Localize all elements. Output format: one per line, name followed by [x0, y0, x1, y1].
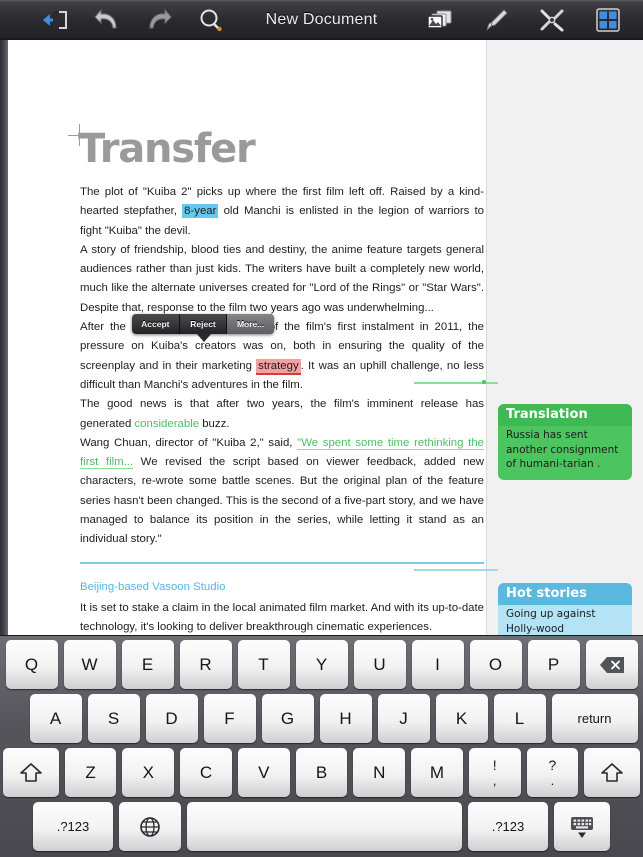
- redo-icon[interactable]: [146, 7, 172, 33]
- p6-seg-0: It is set to stake a claim in the local …: [80, 601, 484, 634]
- keyboard-row-4: .?123 .?123: [0, 802, 643, 851]
- keyboard-row-2: A S D F G H J K L return: [0, 694, 643, 743]
- translation-callout[interactable]: Translation Russia has sent another cons…: [498, 404, 632, 480]
- hide-keyboard-key[interactable]: [554, 802, 610, 851]
- key-v[interactable]: V: [237, 748, 290, 797]
- accept-button[interactable]: Accept: [132, 314, 180, 334]
- key-w[interactable]: W: [63, 640, 116, 689]
- toolbar-left-group: [0, 7, 224, 33]
- globe-icon: [140, 816, 160, 837]
- hide-keyboard-icon: [571, 816, 593, 838]
- key-t[interactable]: T: [237, 640, 290, 689]
- keyboard-row-3: Z X C V B N M ! , ? .: [0, 748, 643, 797]
- photos-icon[interactable]: [427, 7, 453, 33]
- green-text-considerable[interactable]: considerable: [134, 418, 199, 430]
- shift-key-right[interactable]: [584, 748, 641, 797]
- translation-callout-title: Translation: [498, 404, 632, 426]
- tools-icon[interactable]: [539, 7, 565, 33]
- key-y[interactable]: Y: [295, 640, 348, 689]
- key-c[interactable]: C: [180, 748, 232, 797]
- key-question-period[interactable]: ? .: [526, 748, 579, 797]
- key-q[interactable]: Q: [5, 640, 58, 689]
- key-o[interactable]: O: [469, 640, 522, 689]
- section-divider: [80, 561, 484, 564]
- paragraph-4: The good news is that after two years, t…: [80, 395, 484, 434]
- key-z[interactable]: Z: [64, 748, 117, 797]
- undo-icon[interactable]: [94, 7, 120, 33]
- key-m[interactable]: M: [411, 748, 463, 797]
- key-h[interactable]: H: [319, 694, 372, 743]
- document-page[interactable]: Transfer The plot of "Kuiba 2" picks up …: [8, 40, 486, 635]
- key-a[interactable]: A: [29, 694, 82, 743]
- backspace-key[interactable]: [585, 640, 638, 689]
- key-j[interactable]: J: [377, 694, 430, 743]
- key-r[interactable]: R: [179, 640, 232, 689]
- key-i[interactable]: I: [411, 640, 464, 689]
- back-icon[interactable]: [42, 7, 68, 33]
- p5-seg-2: We revised the script based on viewer fe…: [80, 456, 484, 546]
- paragraph-6: It is set to stake a claim in the local …: [80, 599, 484, 635]
- numbers-key-right[interactable]: .?123: [468, 802, 548, 851]
- top-toolbar: New Document: [0, 0, 643, 41]
- key-l[interactable]: L: [493, 694, 546, 743]
- backspace-icon: [599, 656, 624, 673]
- on-screen-keyboard: Q W E R T Y U I O P A S D F G H J K L re…: [0, 635, 643, 857]
- edit-popup-menu[interactable]: Accept Reject More...: [132, 314, 275, 334]
- hot-stories-callout-title: Hot stories: [498, 583, 632, 605]
- paragraph-1: The plot of "Kuiba 2" picks up where the…: [80, 183, 484, 241]
- key-s[interactable]: S: [87, 694, 140, 743]
- shift-key-left[interactable]: [3, 748, 59, 797]
- return-key[interactable]: return: [551, 694, 638, 743]
- translation-callout-body: Russia has sent another consignment of h…: [506, 429, 619, 470]
- key-b[interactable]: B: [295, 748, 348, 797]
- key-n[interactable]: N: [353, 748, 406, 797]
- highlight-8-year[interactable]: 8-year: [182, 204, 219, 219]
- search-icon[interactable]: [198, 7, 224, 33]
- p4-seg-2: buzz.: [199, 417, 230, 430]
- key-x[interactable]: X: [122, 748, 175, 797]
- paragraph-5: Wang Chuan, director of "Kuiba 2," said,…: [80, 434, 484, 550]
- key-exclam-label: !: [492, 757, 497, 773]
- left-gutter: [0, 40, 8, 635]
- key-question-label: ?: [548, 757, 557, 773]
- reject-button[interactable]: Reject: [180, 314, 228, 334]
- shift-icon: [20, 762, 42, 782]
- key-comma-label: ,: [492, 773, 497, 788]
- shift-icon: [601, 762, 623, 782]
- paragraph-2: A story of friendship, blood ties and de…: [80, 241, 484, 318]
- p5-seg-0: Wang Chuan, director of "Kuiba 2," said,: [80, 436, 298, 449]
- edit-popup-arrow-icon: [196, 333, 212, 342]
- key-exclam-comma[interactable]: ! ,: [468, 748, 521, 797]
- hot-stories-connector-line: [414, 569, 498, 571]
- key-e[interactable]: E: [121, 640, 174, 689]
- more-button[interactable]: More...: [227, 314, 275, 334]
- hot-stories-callout[interactable]: Hot stories Going up against Holly-wood …: [498, 583, 632, 635]
- document-area: Transfer The plot of "Kuiba 2" picks up …: [0, 40, 643, 635]
- numbers-key-left[interactable]: .?123: [33, 802, 113, 851]
- grid-icon[interactable]: [595, 7, 621, 33]
- key-k[interactable]: K: [435, 694, 488, 743]
- keyboard-row-1: Q W E R T Y U I O P: [0, 640, 643, 689]
- toolbar-right-group: [427, 7, 643, 33]
- brush-icon[interactable]: [483, 7, 509, 33]
- space-key[interactable]: [187, 802, 462, 851]
- page-title: Transfer: [78, 126, 256, 172]
- key-p[interactable]: P: [527, 640, 580, 689]
- ipad-text-editor-app: New Document Transfer The plot of "Kuiba…: [0, 0, 643, 857]
- translation-connector-dot: [482, 380, 486, 384]
- p2-seg-0: A story of friendship, blood ties and de…: [80, 243, 484, 314]
- document-body[interactable]: The plot of "Kuiba 2" picks up where the…: [80, 183, 484, 635]
- subheading: Beijing-based Vasoon Studio: [80, 580, 226, 593]
- right-margin-pane: [486, 40, 643, 635]
- key-g[interactable]: G: [261, 694, 314, 743]
- key-period-label: .: [550, 773, 555, 788]
- hot-stories-callout-body: Going up against Holly-wood productions …: [506, 608, 596, 635]
- key-f[interactable]: F: [203, 694, 256, 743]
- highlight-strategy[interactable]: strategy: [256, 358, 301, 375]
- globe-key[interactable]: [119, 802, 181, 851]
- key-u[interactable]: U: [353, 640, 406, 689]
- key-d[interactable]: D: [145, 694, 198, 743]
